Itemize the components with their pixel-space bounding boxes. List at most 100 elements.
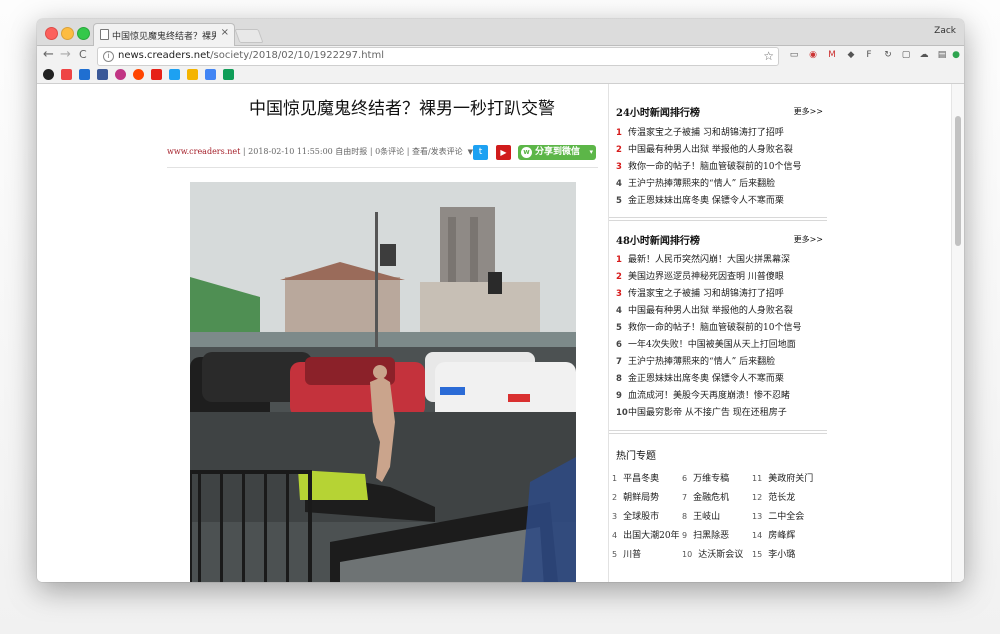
topic-text: 川普	[623, 550, 642, 560]
youtube-icon[interactable]	[151, 69, 162, 80]
rank48-item[interactable]: 7 王沪宁热捧薄熙来的“情人” 后来翻脸	[616, 354, 824, 371]
article-title: 中国惊见魔鬼终结者？裸男一秒打趴交警	[249, 99, 555, 119]
wechat-share-button[interactable]: w 分享到微信 ▾	[518, 145, 596, 160]
topic-number: 9	[682, 531, 688, 540]
street-scene-image	[190, 182, 576, 582]
source-link[interactable]: www.creaders.net	[167, 147, 240, 156]
chat-icon[interactable]: ▢	[900, 49, 912, 61]
close-window-button[interactable]	[45, 27, 58, 40]
scrollbar-thumb[interactable]	[955, 116, 961, 246]
topic-text: 房峰辉	[768, 531, 796, 541]
minimize-window-button[interactable]	[61, 27, 74, 40]
topic-number: 3	[612, 512, 618, 521]
green-extension-icon[interactable]: ●	[950, 49, 962, 61]
maximize-window-button[interactable]	[77, 27, 90, 40]
facebook-icon[interactable]	[97, 69, 108, 80]
tab-article[interactable]: 中国惊见魔鬼终结者？裸男一秒 ×	[93, 23, 235, 46]
address-bar[interactable]: i news.creaders.net/society/2018/02/10/1…	[97, 47, 779, 66]
tab-strip: 中国惊见魔鬼终结者？裸男一秒 × Zack	[37, 19, 964, 46]
info-icon[interactable]: i	[103, 51, 114, 62]
bookmark-2-icon[interactable]	[61, 69, 72, 80]
topic-text: 扫黑除恶	[693, 531, 730, 541]
topic-number: 5	[612, 550, 618, 559]
tab-close-icon[interactable]: ×	[221, 27, 229, 38]
rank48-item[interactable]: 9 血流成河！美股今天再度崩溃！惨不忍睹	[616, 388, 824, 405]
topic-text: 万维专稿	[693, 474, 730, 484]
topic-item[interactable]: 8 王岐山	[682, 509, 752, 525]
bookmark-1-icon[interactable]	[43, 69, 54, 80]
cast-icon[interactable]: ▭	[788, 49, 800, 61]
rank24-item[interactable]: 2 中国最有种男人出狱 举报他的人身败名裂	[616, 142, 824, 159]
rank-number: 4	[616, 306, 622, 316]
topic-text: 二中全会	[768, 512, 805, 522]
twitter-share-button[interactable]: t	[473, 145, 488, 160]
rank48-item[interactable]: 10中国最穷影帝 从不接广告 现在还租房子	[616, 405, 824, 422]
topic-item[interactable]: 15 李小璐	[752, 547, 822, 563]
profile-name[interactable]: Zack	[934, 26, 956, 36]
forward-arrow-icon[interactable]: →	[60, 47, 71, 62]
reload-icon[interactable]: C	[79, 48, 87, 61]
extension-red-icon[interactable]: ◉	[807, 49, 819, 61]
back-arrow-icon[interactable]: ←	[43, 47, 54, 62]
topic-item[interactable]: 5 川普	[612, 547, 682, 563]
new-tab-button[interactable]	[234, 29, 264, 43]
topic-number: 11	[752, 474, 763, 483]
rank48-item[interactable]: 6 一年4次失败！中国被美国从天上打回地面	[616, 337, 824, 354]
shield-icon[interactable]: ◆	[845, 49, 857, 61]
reddit-icon[interactable]	[133, 69, 144, 80]
rank-number: 4	[616, 179, 622, 189]
topic-item[interactable]: 13 二中全会	[752, 509, 822, 525]
topic-item[interactable]: 7 金融危机	[682, 490, 752, 506]
sidebar: 24小时新闻排行榜 更多>> 1 传温家宝之子被捕 习和胡锦涛打了招呼 2 中国最有…	[608, 84, 827, 582]
rank24-item[interactable]: 4 王沪宁热捧薄熙来的“情人” 后来翻脸	[616, 176, 824, 193]
topic-number: 2	[612, 493, 618, 502]
rank24-item[interactable]: 1 传温家宝之子被捕 习和胡锦涛打了招呼	[616, 125, 824, 142]
rank24-item[interactable]: 3 救你一命的帖子！脑血管破裂前的10个信号	[616, 159, 824, 176]
twitter-icon[interactable]	[169, 69, 180, 80]
rank48-item[interactable]: 2 美国边界巡逻员神秘死因查明 川普傻眼	[616, 269, 824, 286]
rank-text: 救你一命的帖子！脑血管破裂前的10个信号	[628, 323, 802, 333]
topic-item[interactable]: 11 美政府关门	[752, 471, 822, 487]
page-scrollbar[interactable]	[951, 84, 964, 582]
rank-number: 10	[616, 408, 628, 418]
gmail-icon[interactable]: M	[826, 49, 838, 61]
topic-item[interactable]: 3 全球股市	[612, 509, 682, 525]
youtube-share-button[interactable]: ▶	[496, 145, 511, 160]
rank48-item[interactable]: 1 最新！人民币突然闪崩！大国火拼黑幕深	[616, 252, 824, 269]
bookmark-star-icon[interactable]: ☆	[763, 49, 774, 63]
sync-icon[interactable]: ↻	[882, 49, 894, 61]
topic-item[interactable]: 6 万维专稿	[682, 471, 752, 487]
bookmark-3-icon[interactable]	[79, 69, 90, 80]
topic-item[interactable]: 2 朝鲜局势	[612, 490, 682, 506]
topic-text: 王岐山	[693, 512, 721, 522]
rank48-item[interactable]: 8 金正恩妹妹出席冬奥 保镖令人不寒而栗	[616, 371, 824, 388]
bookmark-10-icon[interactable]	[205, 69, 216, 80]
rank48-item[interactable]: 3 传温家宝之子被捕 习和胡锦涛打了招呼	[616, 286, 824, 303]
title-divider	[167, 167, 598, 168]
topic-item[interactable]: 10 达沃斯会议	[682, 547, 752, 563]
topic-text: 美政府关门	[768, 474, 814, 484]
feedly-icon[interactable]: F	[863, 49, 875, 61]
bookmark-11-icon[interactable]	[223, 69, 234, 80]
instagram-icon[interactable]	[115, 69, 126, 80]
cloud-icon[interactable]: ☁	[918, 49, 930, 61]
rank-number: 9	[616, 391, 622, 401]
puzzle-icon[interactable]: ▤	[936, 49, 948, 61]
section-divider	[609, 430, 827, 434]
topic-item[interactable]: 12 范长龙	[752, 490, 822, 506]
bookmarks-bar	[37, 66, 964, 84]
topic-item[interactable]: 1 平昌冬奥	[612, 471, 682, 487]
wechat-dropdown-icon: ▾	[589, 148, 593, 156]
tab-title: 中国惊见魔鬼终结者？裸男一秒	[112, 32, 216, 42]
topic-item[interactable]: 14 房峰辉	[752, 528, 822, 544]
rank48-more-link[interactable]: 更多>>	[794, 234, 823, 245]
drive-icon[interactable]	[187, 69, 198, 80]
rank48-item[interactable]: 5 救你一命的帖子！脑血管破裂前的10个信号	[616, 320, 824, 337]
rank-text: 王沪宁热捧薄熙来的“情人” 后来翻脸	[628, 357, 776, 367]
topic-item[interactable]: 9 扫黑除恶	[682, 528, 752, 544]
rank48-item[interactable]: 4 中国最有种男人出狱 举报他的人身败名裂	[616, 303, 824, 320]
rank-text: 最新！人民币突然闪崩！大国火拼黑幕深	[628, 255, 791, 265]
rank24-more-link[interactable]: 更多>>	[794, 106, 823, 117]
topic-item[interactable]: 4 出国大潮20年	[612, 528, 682, 544]
rank24-item[interactable]: 5 金正恩妹妹出席冬奥 保镖令人不寒而栗	[616, 193, 824, 210]
